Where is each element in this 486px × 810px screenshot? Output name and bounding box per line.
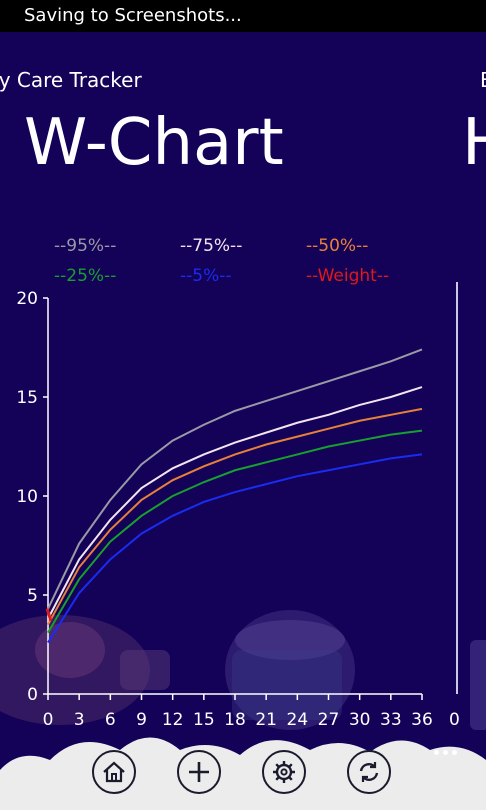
home-button[interactable]	[92, 750, 136, 794]
refresh-icon	[359, 762, 379, 782]
y-tick-label: 0	[27, 685, 38, 705]
y-tick-label: 15	[16, 388, 38, 408]
plus-icon	[189, 762, 209, 782]
next-pivot-tick-label: 0	[449, 710, 460, 730]
x-tick-label: 36	[411, 710, 433, 730]
status-bar: Saving to Screenshots...	[0, 0, 486, 32]
home-icon	[103, 761, 125, 783]
add-button[interactable]	[177, 750, 221, 794]
next-pivot-chart-axis	[456, 282, 458, 694]
status-text: Saving to Screenshots...	[24, 5, 242, 26]
legend-item-50: --50%--	[306, 236, 369, 256]
page-title: W-Chart	[24, 106, 284, 180]
x-tick-label: 21	[255, 710, 277, 730]
sync-button[interactable]	[347, 750, 391, 794]
more-icon[interactable]	[434, 740, 464, 755]
x-tick-label: 24	[287, 710, 309, 730]
x-tick-label: 9	[136, 710, 147, 730]
legend-item-95: --95%--	[54, 236, 117, 256]
x-tick-label: 27	[318, 710, 340, 730]
x-tick-label: 12	[162, 710, 184, 730]
x-tick-label: 18	[224, 710, 246, 730]
gear-icon	[273, 761, 295, 783]
settings-button[interactable]	[262, 750, 306, 794]
weight-chart: 051015200 3 6 9 12 15 18 21 24 27 30 33 36	[16, 289, 433, 730]
x-tick-label: 33	[380, 710, 402, 730]
app-bar	[0, 730, 486, 810]
y-tick-label: 5	[27, 586, 38, 606]
x-tick-label: 15	[193, 710, 215, 730]
legend-item-75: --75%--	[180, 236, 243, 256]
y-tick-label: 20	[16, 289, 38, 309]
x-tick-label: 6	[105, 710, 116, 730]
app-title: by Care Tracker	[0, 68, 142, 92]
x-tick-label: 0	[43, 710, 54, 730]
y-tick-label: 10	[16, 487, 38, 507]
app-bar-clouds	[0, 737, 486, 810]
series-line	[47, 407, 423, 626]
series-line	[47, 386, 423, 620]
series-line	[47, 429, 423, 634]
x-tick-label: 30	[349, 710, 371, 730]
next-pivot-app-title: B	[480, 68, 486, 92]
next-pivot-page-title: H	[462, 100, 486, 186]
x-tick-label: 3	[74, 710, 85, 730]
series-line	[47, 348, 423, 610]
